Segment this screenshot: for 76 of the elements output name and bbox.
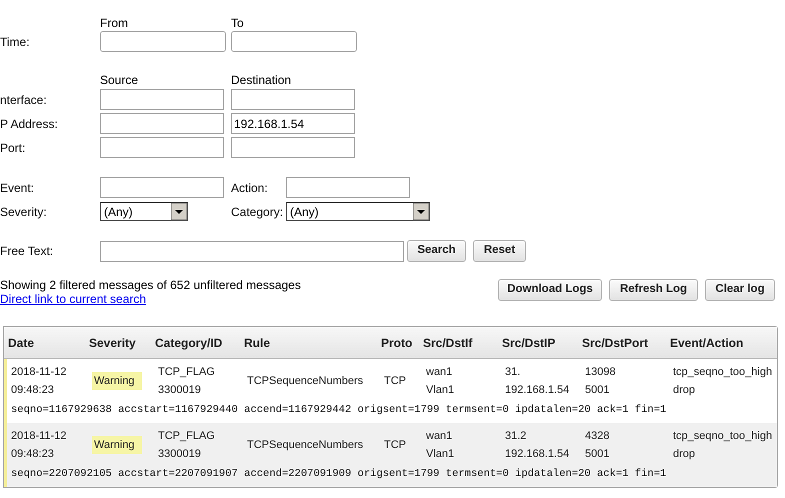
table-cell-text: drop (673, 447, 696, 462)
table-cell-text: 31. (505, 365, 522, 380)
table-cell-text: Vlan1 (426, 447, 456, 462)
field-label: Category: (231, 204, 284, 220)
button[interactable]: Refresh Log (609, 279, 698, 301)
free-text-field[interactable] (100, 240, 404, 262)
source-field[interactable] (100, 113, 224, 134)
button[interactable]: Reset (473, 240, 526, 262)
table-cell-text: drop (673, 383, 696, 398)
table-cell-text: Vlan1 (426, 383, 456, 398)
column-label: Destination (231, 72, 292, 86)
field-label: Free Text: (0, 243, 54, 260)
column-header: Event/Action (670, 334, 744, 352)
severity-badge: Warning (92, 436, 142, 454)
field-label: P Address: (0, 116, 59, 132)
table-cell-text: 31.2 (505, 429, 528, 444)
to-time-field[interactable] (231, 31, 357, 52)
table-cell-text: wan1 (426, 365, 454, 380)
field-label: Port: (0, 140, 26, 156)
table-cell-text: TCPSequenceNumbers (247, 374, 364, 389)
table-cell-text: 192.168.1.54 (505, 383, 570, 398)
column-label: Source (100, 72, 140, 86)
column-header: Severity (89, 334, 137, 352)
field-label: Severity: (0, 204, 48, 220)
table-cell-text: 09:48:23 (11, 383, 55, 398)
table-cell-text: tcp_seqno_too_high (673, 365, 774, 380)
column-label: From (100, 15, 129, 29)
table-cell-text: TCP_FLAG (158, 365, 216, 380)
table-cell-text: TCP (384, 438, 407, 453)
severity-select[interactable]: (Any) (100, 202, 188, 221)
field-label: Action: (231, 180, 269, 196)
category-select[interactable]: (Any) (286, 202, 430, 221)
table-cell-text: 2018-11-12 (11, 365, 68, 380)
source-field[interactable] (100, 137, 224, 158)
action-field[interactable] (286, 177, 410, 198)
table-cell-text: tcp_seqno_too_high (673, 429, 774, 444)
direct-link[interactable]: Direct link to current search (0, 292, 301, 306)
dropdown-arrow-icon (171, 203, 187, 220)
destination-field[interactable] (231, 137, 355, 158)
table-cell-text: 192.168.1.54 (505, 447, 570, 462)
destination-field[interactable] (231, 89, 355, 110)
field-label: Event: (0, 180, 36, 196)
table-cell-text: 13098 (585, 365, 617, 380)
table-cell-text: TCP (384, 374, 407, 389)
button[interactable]: Search (407, 240, 466, 262)
table-cell-text: 4328 (585, 429, 610, 444)
field-label: nterface: (0, 92, 48, 108)
button[interactable]: Download Logs (498, 279, 602, 301)
table-cell-text: 3300019 (158, 383, 202, 398)
table-cell-text: 5001 (585, 383, 610, 398)
table-cell-text: 2018-11-12 (11, 429, 68, 444)
button[interactable]: Clear log (705, 279, 775, 301)
field-label: Time: (0, 34, 31, 50)
table-cell-text: 3300019 (158, 447, 202, 462)
log-details: seqno=2207092105 accstart=2207091907 accend=2207091909 origsent=1799 termsent=0 ipdatalen=20 ack=1 fin=1 (11, 467, 666, 482)
destination-field[interactable]: 192.168.1.54 (231, 113, 355, 134)
column-header: Category/ID (155, 334, 224, 352)
source-field[interactable] (100, 89, 224, 110)
summary-text: Showing 2 filtered messages of 652 unfiltered messages (0, 278, 301, 292)
column-header: Rule (244, 334, 272, 352)
table-cell-text: 09:48:23 (11, 447, 55, 462)
dropdown-arrow-icon (413, 203, 429, 220)
column-header: Src/DstIP (502, 334, 556, 352)
log-details: seqno=1167929638 accstart=1167929440 accend=1167929442 origsent=1799 termsent=0 ipdatalen=20 ack=1 fin=1 (11, 403, 666, 418)
column-header: Proto (381, 334, 414, 352)
column-header: Date (8, 334, 36, 352)
column-label: To (231, 15, 244, 29)
table-cell-text: TCP_FLAG (158, 429, 216, 444)
event-field[interactable] (100, 177, 224, 198)
table-cell-text: wan1 (426, 429, 454, 444)
severity-badge: Warning (92, 372, 142, 390)
table-cell-text: TCPSequenceNumbers (247, 438, 364, 453)
from-time-field[interactable] (100, 31, 226, 52)
table-cell-text: 5001 (585, 447, 610, 462)
column-header: Src/DstPort (582, 334, 650, 352)
column-header: Src/DstIf (423, 334, 474, 352)
